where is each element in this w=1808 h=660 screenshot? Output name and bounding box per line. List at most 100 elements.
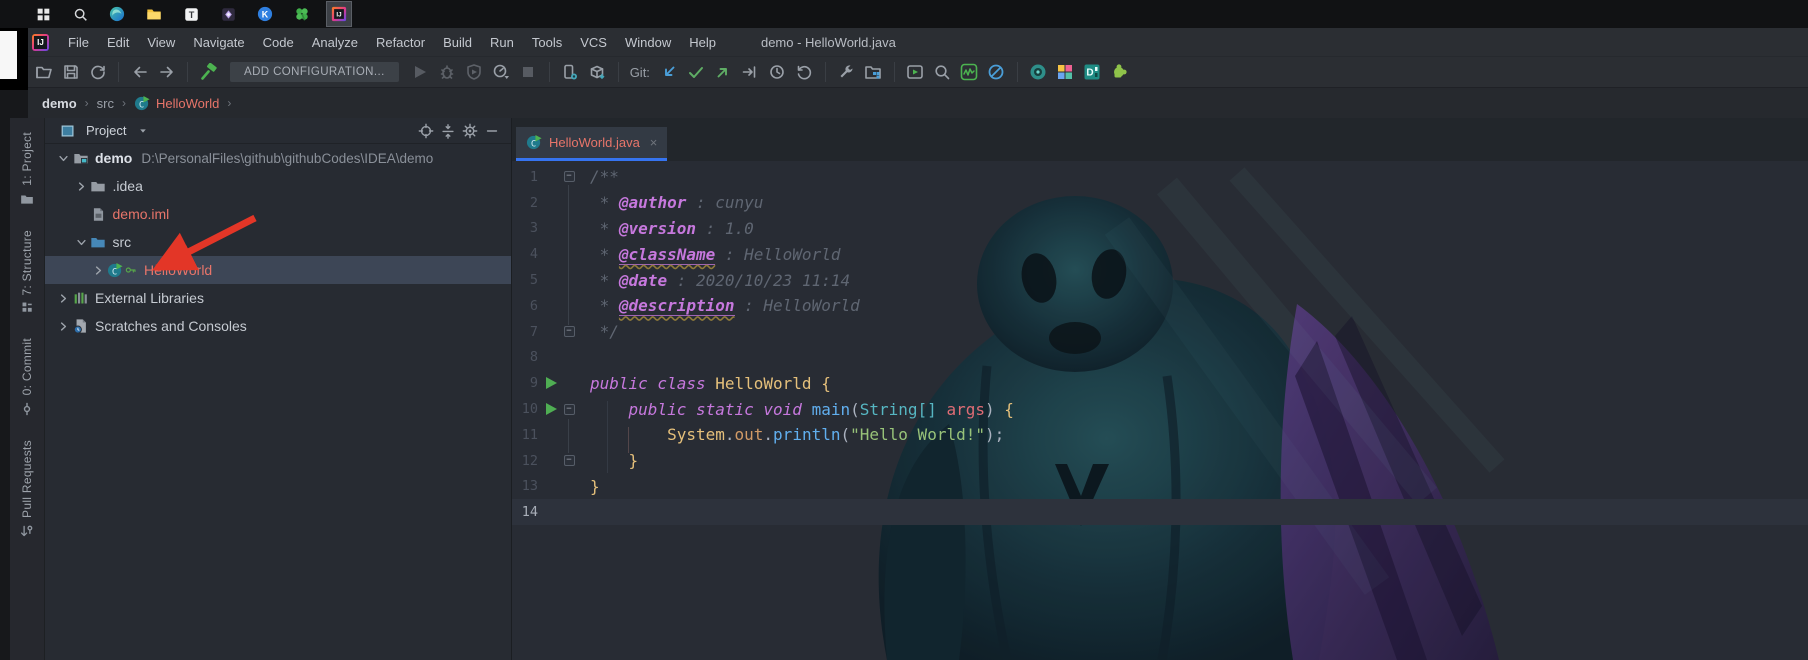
chevron-down-icon[interactable] (73, 234, 90, 251)
stripe-commit[interactable]: 0: Commit (20, 338, 34, 415)
chevron-right-icon[interactable] (90, 262, 107, 279)
breadcrumb-demo[interactable]: demo (42, 96, 77, 111)
close-tab-icon[interactable]: × (650, 135, 658, 150)
menu-help[interactable]: Help (680, 31, 725, 54)
taskbar-search-icon[interactable] (67, 1, 93, 27)
breadcrumb-helloworld[interactable]: C HelloWorld (134, 95, 219, 112)
collapse-all-icon[interactable] (437, 120, 459, 142)
run-gutter-icon[interactable] (542, 377, 560, 390)
commit-icon[interactable] (683, 60, 710, 84)
code-line-12[interactable]: 12 − } (512, 448, 1808, 474)
tab-helloworld-java[interactable]: C HelloWorld.java × (516, 127, 668, 161)
menu-build[interactable]: Build (434, 31, 481, 54)
fold-box[interactable]: − (563, 171, 575, 183)
tree-idea[interactable]: .idea (45, 172, 511, 200)
build-project-icon[interactable] (195, 60, 222, 84)
show-history-icon[interactable] (764, 60, 791, 84)
run-anything-icon[interactable] (902, 60, 929, 84)
file-explorer-icon[interactable] (141, 1, 167, 27)
code-line-8[interactable]: 8 (512, 345, 1808, 371)
chevron-down-icon[interactable] (132, 120, 154, 142)
cherry-pick-icon[interactable] (737, 60, 764, 84)
fold-box[interactable]: − (563, 455, 575, 467)
stripe-structure[interactable]: 7: Structure (20, 230, 34, 315)
chevron-right-icon[interactable] (73, 178, 90, 195)
menu-navigate[interactable]: Navigate (184, 31, 253, 54)
stripe-pull-requests[interactable]: Pull Requests (20, 440, 34, 538)
menu-analyze[interactable]: Analyze (303, 31, 367, 54)
stop-icon[interactable] (515, 60, 542, 84)
back-icon[interactable] (126, 60, 153, 84)
breadcrumb-src[interactable]: src (97, 96, 114, 111)
menu-window[interactable]: Window (616, 31, 680, 54)
profiler-icon[interactable] (488, 60, 515, 84)
project-structure-icon[interactable] (860, 60, 887, 84)
code-line-11[interactable]: 11 System.out.println("Hello World!"); (512, 422, 1808, 448)
code-line-14[interactable]: 14 (512, 499, 1808, 526)
code-line-9[interactable]: 9 public class HelloWorld { (512, 370, 1808, 396)
fold-marker-icon[interactable]: − (560, 455, 578, 467)
menu-code[interactable]: Code (254, 31, 303, 54)
fold-marker-icon[interactable]: − (560, 171, 578, 183)
search-everywhere-icon[interactable] (929, 60, 956, 84)
update-project-icon[interactable] (656, 60, 683, 84)
chevron-right-icon[interactable] (55, 290, 72, 307)
plugin-round-icon[interactable] (1025, 60, 1052, 84)
code-line-13[interactable]: 13} (512, 474, 1808, 500)
stripe-project[interactable]: 1: Project (20, 132, 34, 206)
plugin-d-icon[interactable]: D (1079, 60, 1106, 84)
run-with-coverage-icon[interactable] (461, 60, 488, 84)
show-settings-icon[interactable] (833, 60, 860, 84)
code-area[interactable]: 1−/** 2 * @author : cunyu 3 * @version : 1… (512, 161, 1808, 660)
fold-box[interactable]: − (563, 326, 575, 338)
attach-to-process-icon[interactable] (557, 60, 584, 84)
synchronize-icon[interactable] (84, 60, 111, 84)
chevron-down-icon[interactable] (55, 150, 72, 167)
menu-edit[interactable]: Edit (98, 31, 138, 54)
code-line-5[interactable]: 5 * @date : 2020/10/23 11:14 (512, 267, 1808, 293)
chevron-right-icon[interactable] (55, 318, 72, 335)
code-line-10[interactable]: 10 − public static void main(String[] arg… (512, 396, 1808, 422)
fold-box[interactable]: − (563, 403, 575, 415)
menu-view[interactable]: View (138, 31, 184, 54)
keep-app-icon[interactable]: K (252, 1, 278, 27)
clover-app-icon[interactable] (289, 1, 315, 27)
code-line-4[interactable]: 4 * @className : HelloWorld (512, 241, 1808, 267)
hide-panel-icon[interactable] (481, 120, 503, 142)
wakatime-plugin-icon[interactable] (956, 60, 983, 84)
code-line-1[interactable]: 1 − /** (512, 164, 1808, 190)
fold-marker-icon[interactable]: − (560, 403, 578, 415)
menu-vcs[interactable]: VCS (571, 31, 616, 54)
menu-tools[interactable]: Tools (523, 31, 571, 54)
windows-start-icon[interactable] (30, 1, 56, 27)
menu-refactor[interactable]: Refactor (367, 31, 434, 54)
code-line-7[interactable]: 7 − */ (512, 319, 1808, 345)
tree-external-libraries[interactable]: External Libraries (45, 284, 511, 312)
package-download-icon[interactable] (584, 60, 611, 84)
forward-icon[interactable] (153, 60, 180, 84)
tree-demo-iml[interactable]: demo.iml (45, 200, 511, 228)
typora-app-icon[interactable]: T (178, 1, 204, 27)
locate-file-icon[interactable] (415, 120, 437, 142)
dark-app-icon[interactable] (215, 1, 241, 27)
tree-helloworld[interactable]: C HelloWorld (45, 256, 511, 284)
intellij-idea-icon[interactable]: IJ (326, 1, 352, 27)
rollback-icon[interactable] (791, 60, 818, 84)
plugin-manager-icon[interactable] (1106, 60, 1133, 84)
tree-demo[interactable]: demo D:\PersonalFiles\github\githubCodes\… (45, 144, 511, 172)
push-icon[interactable] (710, 60, 737, 84)
panel-settings-gear-icon[interactable] (459, 120, 481, 142)
run-icon[interactable] (407, 60, 434, 84)
code-line-3[interactable]: 3 * @version : 1.0 (512, 216, 1808, 242)
tree-scratches[interactable]: Scratches and Consoles (45, 312, 511, 340)
add-configuration-button[interactable]: ADD CONFIGURATION... (230, 62, 399, 82)
code-line-2[interactable]: 2 * @author : cunyu (512, 190, 1808, 216)
open-icon[interactable] (30, 60, 57, 84)
debug-icon[interactable] (434, 60, 461, 84)
run-gutter-icon[interactable] (542, 403, 560, 416)
menu-file[interactable]: File (59, 31, 98, 54)
save-all-icon[interactable] (57, 60, 84, 84)
zen-mode-plugin-icon[interactable] (983, 60, 1010, 84)
fold-marker-icon[interactable]: − (560, 326, 578, 338)
menu-run[interactable]: Run (481, 31, 523, 54)
